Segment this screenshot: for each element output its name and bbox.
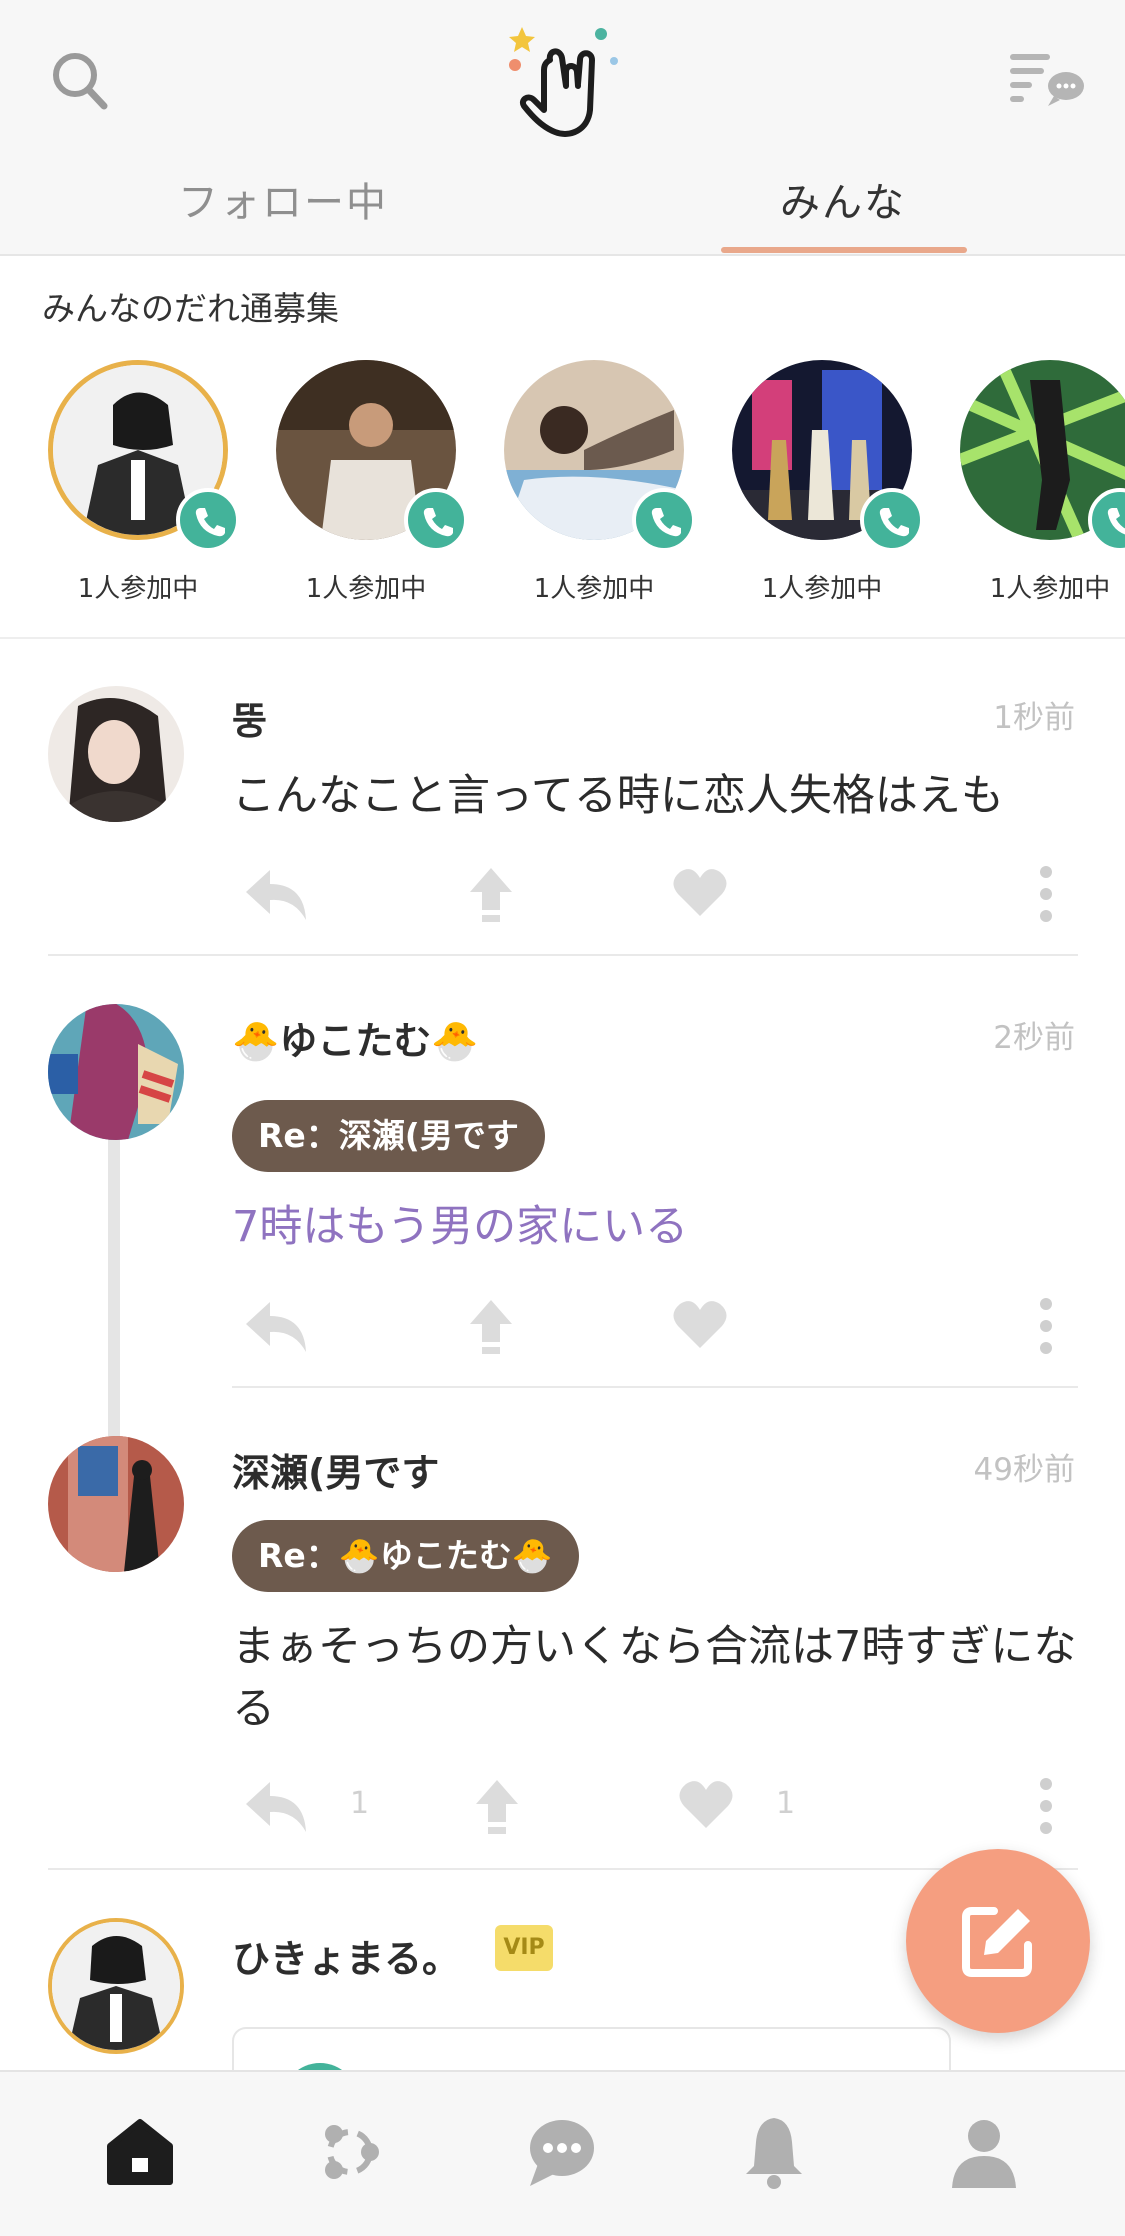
post-timestamp: 2秒前 [993,1020,1075,1056]
avatar[interactable] [48,686,184,822]
timeline-chat-icon[interactable] [1010,52,1085,112]
more-vertical-icon[interactable] [1036,1296,1056,1356]
network-icon[interactable] [310,2112,390,2192]
post-divider [48,954,1078,956]
app-header: フォロー中 みんな [0,0,1125,256]
search-icon[interactable] [50,50,110,112]
recruiting-status: 1人参加中 [305,574,427,604]
post-divider [48,1868,1078,1870]
tab-following[interactable]: フォロー中 [178,170,388,228]
recruiting-status: 1人参加中 [989,574,1111,604]
compose-button[interactable] [906,1849,1090,2033]
reply-to-badge[interactable]: Re：🐣ゆこたむ🐣 [232,1520,579,1592]
more-vertical-icon[interactable] [1036,864,1056,924]
profile-icon[interactable] [944,2112,1024,2192]
recruiting-item[interactable]: 1人参加中 [276,360,468,604]
like-count: 1 [776,1786,796,1821]
reply-icon[interactable] [244,1778,310,1834]
chat-icon[interactable] [522,2112,602,2192]
recruiting-section-title: みんなのだれ通募集 [42,289,339,328]
thread-connector [108,1130,120,1440]
phone-icon [176,488,240,552]
avatar[interactable] [48,1436,184,1572]
repost-icon[interactable] [474,1778,520,1836]
compose-icon [962,1907,1032,1977]
post-author-name[interactable]: 뚱 [232,690,267,745]
post-timestamp: 49秒前 [973,1452,1075,1488]
reply-count: 1 [350,1786,370,1821]
reply-icon[interactable] [244,1298,310,1354]
phone-icon [632,488,696,552]
reply-to-badge[interactable]: Re：深瀬(男です [232,1100,545,1172]
post-author-name[interactable]: 深瀬(男です [232,1442,439,1497]
home-icon[interactable] [100,2112,180,2192]
post-text: こんなこと言ってる時に恋人失格はえも [232,771,1004,821]
tab-everyone[interactable]: みんな [780,170,906,228]
avatar[interactable] [48,1004,184,1140]
recruiting-status: 1人参加中 [77,574,199,604]
repost-icon[interactable] [468,866,514,924]
heart-icon[interactable] [672,868,728,918]
phone-icon [860,488,924,552]
bell-icon[interactable] [734,2112,814,2192]
post-text: 7時はもう男の家にいる [232,1202,689,1252]
section-divider [0,637,1125,639]
recruiting-item[interactable]: 1人参加中 [960,360,1125,604]
phone-icon [1088,488,1125,552]
active-tab-indicator [721,247,967,253]
phone-icon [404,488,468,552]
post-divider [232,1386,1078,1388]
avatar[interactable] [48,1918,184,2054]
recruiting-item[interactable]: 1人参加中 [504,360,696,604]
hand-logo-icon[interactable] [500,20,625,145]
vip-badge: VIP [495,1925,553,1971]
bottom-navigation [0,2070,1125,2236]
reply-icon[interactable] [244,866,310,922]
repost-icon[interactable] [468,1298,514,1356]
more-vertical-icon[interactable] [1036,1776,1056,1836]
recruiting-item[interactable]: 1人参加中 [732,360,924,604]
post-timestamp: 1秒前 [993,700,1075,736]
heart-icon[interactable] [672,1300,728,1350]
heart-icon[interactable] [678,1780,734,1830]
recruiting-item[interactable]: 1人参加中 [48,360,240,604]
recruiting-status: 1人参加中 [761,574,883,604]
post-text: まぁそっちの方いくなら合流は7時すぎになる [232,1622,1077,1734]
post-author-name[interactable]: ひきょまる。 [232,1928,460,1983]
recruiting-status: 1人参加中 [533,574,655,604]
post-author-name[interactable]: 🐣ゆこたむ🐣 [232,1010,479,1065]
